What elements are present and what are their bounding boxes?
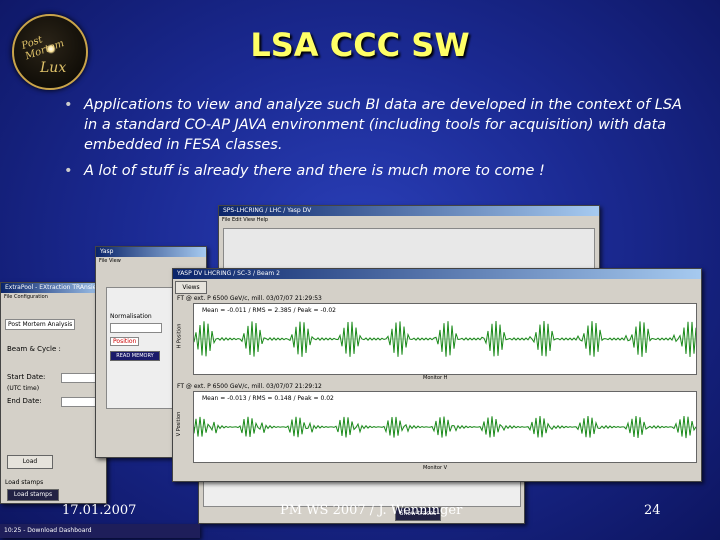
window-titlebar: Yasp	[96, 247, 206, 257]
window-titlebar: SPS-LHCRING / LHC / Yasp DV	[219, 206, 599, 216]
taskbar-text: 10:25 - Download Dashboard	[4, 527, 92, 534]
page-number: 24	[644, 503, 661, 518]
plot2-ylabel: V Position	[176, 411, 183, 437]
extrapool-window: ExtraPool - EXtraction TRAnsient File Co…	[0, 282, 107, 504]
normalisation-field[interactable]	[110, 323, 162, 333]
tab-post-mortem[interactable]: Post Mortem Analysis	[5, 319, 76, 330]
load-stamps-button[interactable]: Load stamps	[7, 489, 59, 501]
tab-load-stamps[interactable]: Load stamps	[5, 479, 43, 486]
h-position-plot: Mean = -0.011 / RMS = 2.385 / Peak = -0.…	[193, 303, 697, 375]
window-titlebar: YASP DV LHCRING / SC-3 / Beam 2	[173, 269, 701, 279]
bullet-icon: •	[64, 163, 73, 179]
plot1-stats: Mean = -0.011 / RMS = 2.385 / Peak = -0.…	[202, 307, 336, 314]
slide-title: LSA CCC SW	[250, 26, 470, 64]
yasp-dv-window: YASP DV LHCRING / SC-3 / Beam 2 Views FT…	[172, 268, 702, 482]
normalisation-label: Normalisation	[110, 313, 152, 320]
plot2-xlabel: Monitor V	[423, 465, 448, 471]
v-position-plot: Mean = -0.013 / RMS = 0.148 / Peak = 0.0…	[193, 391, 697, 463]
plot1-header: FT @ ext. P 6500 GeV/c, mill. 03/07/07 2…	[177, 295, 322, 302]
bullet-icon: •	[64, 97, 73, 113]
plot1-xlabel: Monitor H	[423, 375, 448, 381]
plot2-header: FT @ ext. P 6500 GeV/c, mill. 03/07/07 2…	[177, 383, 322, 390]
views-button[interactable]: Views	[175, 281, 207, 294]
end-date-label: End Date:	[7, 397, 42, 405]
bullet-text: Applications to view and analyze such BI…	[84, 97, 682, 153]
bullet-item: • A lot of stuff is already there and the…	[60, 161, 690, 181]
menu-bar: File Edit View Help	[219, 216, 599, 224]
h-position-trace	[194, 320, 696, 358]
read-memory-button[interactable]: READ MEMORY	[110, 351, 160, 361]
bullet-list: • Applications to view and analyze such B…	[60, 95, 690, 187]
back-app-window: SPS-LHCRING / LHC / Yasp DV File Edit Vi…	[218, 205, 600, 277]
load-button[interactable]: Load	[7, 455, 53, 469]
bullet-text: A lot of stuff is already there and ther…	[84, 163, 545, 179]
menu-bar: File View	[96, 257, 206, 265]
v-position-trace	[194, 415, 696, 439]
utc-time-label: (UTC time)	[7, 385, 40, 392]
footer-date: 17.01.2007	[62, 503, 137, 518]
plot2-stats: Mean = -0.013 / RMS = 0.148 / Peak = 0.0…	[202, 395, 334, 402]
start-date-label: Start Date:	[7, 373, 46, 381]
footer-event: PM WS 2007 / J. Wenninger	[280, 503, 463, 518]
taskbar: 10:25 - Download Dashboard	[0, 524, 200, 538]
window-titlebar: ExtraPool - EXtraction TRAnsient	[1, 283, 106, 293]
position-select[interactable]: Position	[110, 337, 140, 346]
bullet-item: • Applications to view and analyze such B…	[60, 95, 690, 155]
beam-cycle-label: Beam & Cycle :	[7, 345, 61, 353]
menu-bar: File Configuration	[1, 293, 106, 301]
plot1-ylabel: H Position	[176, 323, 183, 349]
